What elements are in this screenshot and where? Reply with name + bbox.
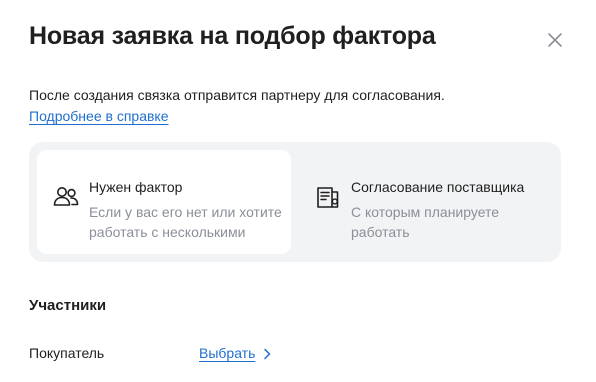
option-subtitle: Если у вас его нет или хотите работать с… bbox=[89, 204, 282, 240]
new-factor-request-modal: Новая заявка на подбор фактора После соз… bbox=[0, 0, 596, 382]
option-title: Согласование поставщика bbox=[351, 179, 525, 195]
buyer-label: Покупатель bbox=[29, 345, 105, 361]
choose-link-label: Выбрать bbox=[199, 345, 256, 361]
help-link[interactable]: Подробнее в справке bbox=[29, 108, 168, 124]
participants-heading: Участники bbox=[29, 297, 107, 314]
modal-description: После создания связка отправится партнер… bbox=[29, 87, 445, 103]
users-icon bbox=[51, 182, 81, 212]
close-icon[interactable] bbox=[546, 31, 564, 49]
option-subtitle: С которым планируете работать bbox=[351, 204, 500, 240]
modal-title: Новая заявка на подбор фактора bbox=[29, 22, 436, 50]
option-title: Нужен фактор bbox=[89, 179, 183, 195]
option-supplier-approval[interactable]: Согласование поставщика С которым планир… bbox=[299, 150, 553, 254]
request-type-selector: Нужен фактор Если у вас его нет или хоти… bbox=[29, 142, 561, 262]
option-need-factor[interactable]: Нужен фактор Если у вас его нет или хоти… bbox=[37, 150, 291, 254]
documents-icon bbox=[313, 182, 343, 212]
chevron-right-icon bbox=[263, 347, 271, 360]
choose-buyer-link[interactable]: Выбрать bbox=[199, 345, 271, 361]
